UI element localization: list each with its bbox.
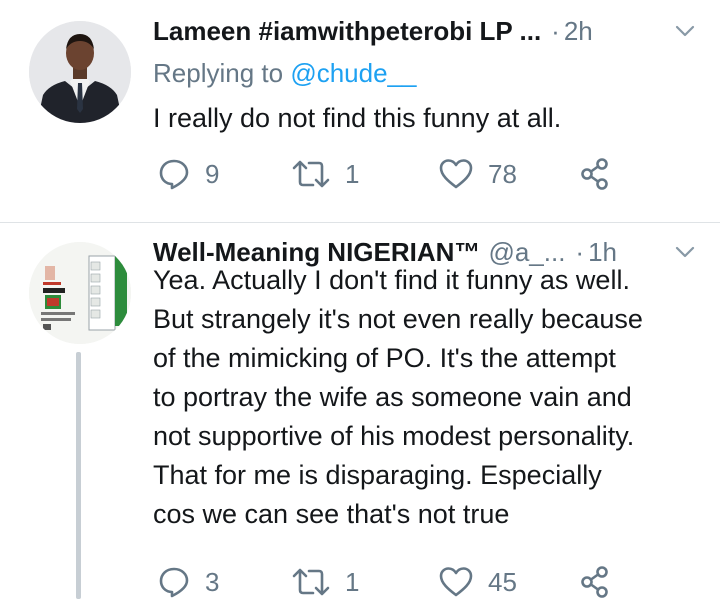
tweet-header: Lameen #iamwithpeterobi LP ... · 2h bbox=[153, 14, 696, 48]
avatar[interactable] bbox=[29, 242, 131, 344]
like-count: 78 bbox=[488, 158, 517, 189]
like-count: 45 bbox=[488, 566, 517, 597]
retweet-icon bbox=[292, 160, 330, 188]
reply-button[interactable]: 9 bbox=[157, 154, 219, 194]
separator-dot: · bbox=[551, 16, 560, 46]
tweet-actions: 9 1 78 bbox=[153, 154, 720, 194]
retweet-icon bbox=[292, 568, 330, 596]
ballot-paper-icon bbox=[29, 242, 131, 344]
thread-connector-line bbox=[76, 352, 81, 599]
heart-icon bbox=[439, 567, 473, 597]
avatar[interactable] bbox=[29, 21, 131, 123]
share-button[interactable] bbox=[580, 562, 610, 602]
retweet-count: 1 bbox=[345, 158, 360, 189]
share-button[interactable] bbox=[580, 154, 610, 194]
retweet-button[interactable]: 1 bbox=[291, 562, 359, 602]
share-icon bbox=[581, 158, 608, 190]
tweet-2[interactable]: Well-Meaning NIGERIAN™ @a_... · 1h Yea. … bbox=[0, 222, 720, 599]
chevron-down-icon[interactable] bbox=[674, 20, 696, 42]
reply-button[interactable]: 3 bbox=[157, 562, 219, 602]
heart-icon bbox=[439, 159, 473, 189]
tweet-text: Yea. Actually I don't find it funny as w… bbox=[153, 265, 643, 529]
display-name[interactable]: Lameen #iamwithpeterobi LP ... bbox=[153, 14, 541, 48]
share-icon bbox=[581, 566, 608, 598]
reply-count: 9 bbox=[205, 158, 220, 189]
timestamp[interactable]: 2h bbox=[564, 14, 593, 48]
reply-icon bbox=[159, 159, 189, 190]
tweet-text: I really do not find this funny at all. bbox=[153, 103, 562, 133]
like-button[interactable]: 78 bbox=[438, 154, 517, 194]
reply-count: 3 bbox=[205, 566, 220, 597]
retweet-button[interactable]: 1 bbox=[291, 154, 359, 194]
reply-to-handle-link[interactable]: @chude__ bbox=[290, 58, 416, 88]
tweet-actions: 3 1 45 bbox=[153, 562, 720, 602]
profile-photo-icon bbox=[29, 21, 131, 123]
reply-icon bbox=[159, 567, 189, 598]
tweet-1[interactable]: Lameen #iamwithpeterobi LP ... · 2h Repl… bbox=[0, 0, 720, 222]
retweet-count: 1 bbox=[345, 566, 360, 597]
replying-to-label: Replying to bbox=[153, 58, 291, 88]
chevron-down-icon[interactable] bbox=[674, 241, 696, 263]
like-button[interactable]: 45 bbox=[438, 562, 517, 602]
replying-to: Replying to @chude__ bbox=[153, 56, 416, 90]
